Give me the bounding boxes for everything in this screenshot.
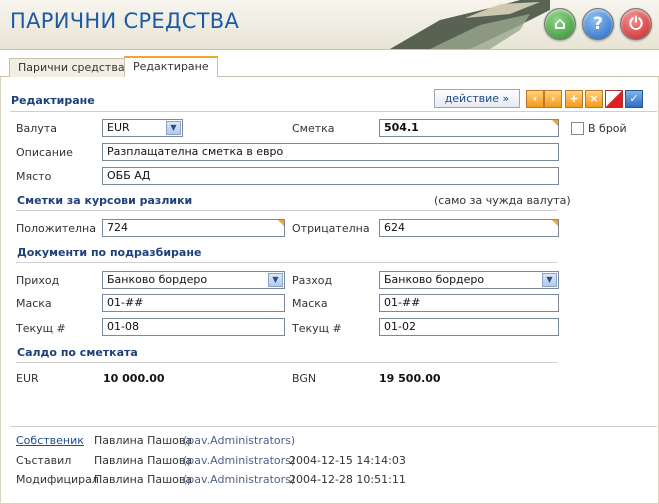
current-income-field[interactable]: 01-08 [102, 318, 285, 336]
current-label: Текущ # [16, 322, 66, 335]
account-label: Сметка [292, 122, 335, 135]
chevron-down-icon: ▼ [542, 273, 557, 287]
rate-diff-note: (само за чужда валута) [434, 194, 571, 207]
divider [16, 210, 557, 211]
next-icon[interactable]: › [544, 90, 562, 108]
currency-select[interactable]: EUR ▼ [102, 119, 183, 137]
currency-value: EUR [107, 121, 130, 134]
balance-currency-2: BGN [292, 372, 317, 385]
mask-expense-field[interactable]: 01-## [379, 294, 559, 312]
current-expense-field[interactable]: 01-02 [379, 318, 559, 336]
owner-name: Павлина Пашова [94, 434, 193, 447]
balance-currency-1: EUR [16, 372, 39, 385]
created-date: 2004-12-15 14:14:03 [289, 454, 406, 467]
cancel-icon[interactable]: × [585, 90, 603, 108]
created-group: (pav.Administrators) [183, 454, 296, 467]
divider [10, 111, 657, 112]
tab-cash[interactable]: Парични средства [9, 58, 134, 77]
section-title-docs: Документи по подразбиране [17, 246, 202, 259]
modified-group: (pav.Administrators) [183, 473, 296, 486]
description-field[interactable]: Разплащателна сметка в евро [102, 143, 559, 161]
bird-graphic [390, 0, 550, 49]
owner-group: (pav.Administrators) [183, 434, 296, 447]
divider [16, 362, 557, 363]
expense-value: Банково бордеро [384, 273, 485, 286]
modified-name: Павлина Пашова [94, 473, 193, 486]
created-label: Съставил [16, 454, 72, 467]
power-icon[interactable]: ⏻ [620, 8, 652, 40]
in-cash-checkbox[interactable] [571, 122, 584, 135]
balance-value-2: 19 500.00 [379, 372, 441, 385]
modified-label: Модифицирал [16, 473, 99, 486]
expense-select[interactable]: Банково бордеро ▼ [379, 271, 559, 289]
income-label: Приход [16, 274, 60, 287]
help-icon[interactable]: ? [582, 8, 614, 40]
divider [10, 426, 657, 427]
delete-icon[interactable] [605, 90, 623, 108]
account-field[interactable]: 504.1 [379, 119, 559, 137]
chevron-down-icon: ▼ [268, 273, 283, 287]
divider [16, 262, 557, 263]
created-name: Павлина Пашова [94, 454, 193, 467]
chevron-down-icon: ▼ [166, 121, 181, 135]
owner-link[interactable]: Собственик [16, 434, 84, 447]
positive-field[interactable]: 724 [102, 219, 285, 237]
prev-icon[interactable]: ‹ [526, 90, 544, 108]
mask-label: Маска [292, 297, 328, 310]
section-title-balance: Салдо по сметката [17, 346, 138, 359]
action-button[interactable]: действие » [434, 89, 520, 108]
income-select[interactable]: Банково бордеро ▼ [102, 271, 285, 289]
save-check-icon[interactable]: ✓ [625, 90, 643, 108]
income-value: Банково бордеро [107, 273, 208, 286]
balance-value-1: 10 000.00 [103, 372, 165, 385]
home-icon[interactable]: ⌂ [544, 8, 576, 40]
section-title-edit: Редактиране [11, 94, 95, 107]
mask-label: Маска [16, 297, 52, 310]
in-cash-label: В брой [588, 122, 627, 135]
expense-label: Разход [292, 274, 333, 287]
section-title-rate-diff: Сметки за курсови разлики [17, 194, 193, 207]
mask-income-field[interactable]: 01-## [102, 294, 285, 312]
negative-label: Отрицателна [292, 222, 370, 235]
description-label: Описание [16, 146, 73, 159]
page-title: ПАРИЧНИ СРЕДСТВА [10, 9, 240, 33]
negative-field[interactable]: 624 [379, 219, 559, 237]
positive-label: Положителна [16, 222, 96, 235]
add-icon[interactable]: + [565, 90, 583, 108]
currency-label: Валута [16, 122, 57, 135]
place-label: Място [16, 170, 52, 183]
place-field[interactable]: ОББ АД [102, 167, 559, 185]
current-label: Текущ # [292, 322, 342, 335]
modified-date: 2004-12-28 10:51:11 [289, 473, 406, 486]
tab-edit[interactable]: Редактиране [124, 56, 218, 77]
